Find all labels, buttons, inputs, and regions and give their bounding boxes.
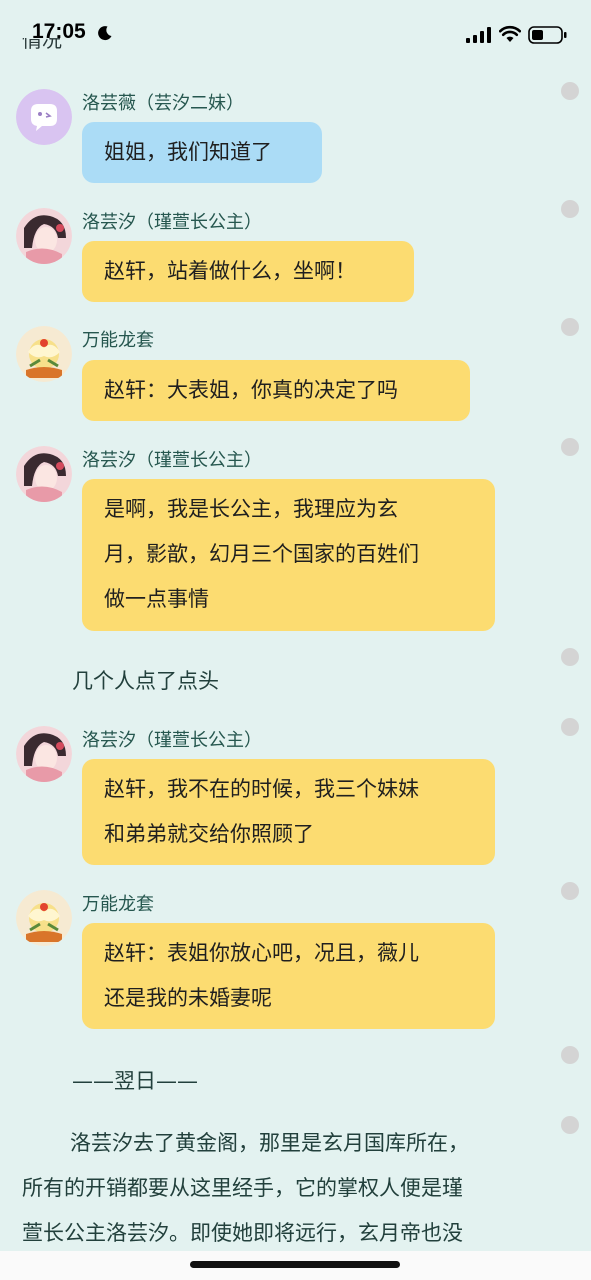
sender-name: 万能龙套 <box>82 894 154 915</box>
sender-name: 洛芸汐（瑾萱长公主） <box>82 730 262 751</box>
princess-avatar[interactable] <box>16 726 72 782</box>
message-bubble[interactable]: 赵轩：表姐你放心吧，况且，薇儿 还是我的未婚妻呢 <box>82 923 495 1029</box>
comment-dot[interactable] <box>561 882 579 900</box>
comment-dot[interactable] <box>561 648 579 666</box>
message-bubble[interactable]: 赵轩：大表姐，你真的决定了吗 <box>82 360 470 421</box>
sender-name: 洛芸薇（芸汐二妹） <box>82 93 244 114</box>
flower-avatar[interactable] <box>16 326 72 382</box>
message-bubble[interactable]: 赵轩，我不在的时候，我三个妹妹 和弟弟就交给你照顾了 <box>82 759 495 865</box>
cellular-signal-icon <box>466 27 491 43</box>
message-bubble[interactable]: 是啊，我是长公主，我理应为玄 月，影歆，幻月三个国家的百姓们 做一点事情 <box>82 479 495 631</box>
message-bubble[interactable]: 姐姐，我们知道了 <box>82 122 322 183</box>
comment-dot[interactable] <box>561 318 579 336</box>
princess-avatar[interactable] <box>16 446 72 502</box>
status-bar: 17:05 <box>0 0 591 62</box>
comment-dot[interactable] <box>561 1046 579 1064</box>
comment-dot[interactable] <box>561 438 579 456</box>
home-indicator[interactable] <box>190 1261 400 1268</box>
comment-dot[interactable] <box>561 200 579 218</box>
lavender-cat-avatar[interactable] <box>16 89 72 145</box>
sender-name: 洛芸汐（瑾萱长公主） <box>82 450 262 471</box>
comment-dot[interactable] <box>561 82 579 100</box>
princess-avatar[interactable] <box>16 208 72 264</box>
battery-icon <box>528 26 567 44</box>
home-bar-area <box>0 1251 591 1280</box>
flower-avatar[interactable] <box>16 890 72 946</box>
story-paragraph: 洛芸汐去了黄金阁，那里是玄月国库所在， 所有的开销都要从这里经手，它的掌权人便是… <box>22 1131 469 1245</box>
message-bubble[interactable]: 赵轩，站着做什么，坐啊！ <box>82 241 414 302</box>
scrolled-text-fragment: 情况 <box>22 38 62 50</box>
comment-dot[interactable] <box>561 1116 579 1134</box>
scene-divider: ——翌日—— <box>72 1069 198 1093</box>
narration-text: 几个人点了点头 <box>72 669 219 693</box>
sender-name: 万能龙套 <box>82 330 154 351</box>
comment-dot[interactable] <box>561 718 579 736</box>
moon-icon <box>98 26 112 41</box>
sender-name: 洛芸汐（瑾萱长公主） <box>82 212 262 233</box>
wifi-icon <box>499 25 521 42</box>
